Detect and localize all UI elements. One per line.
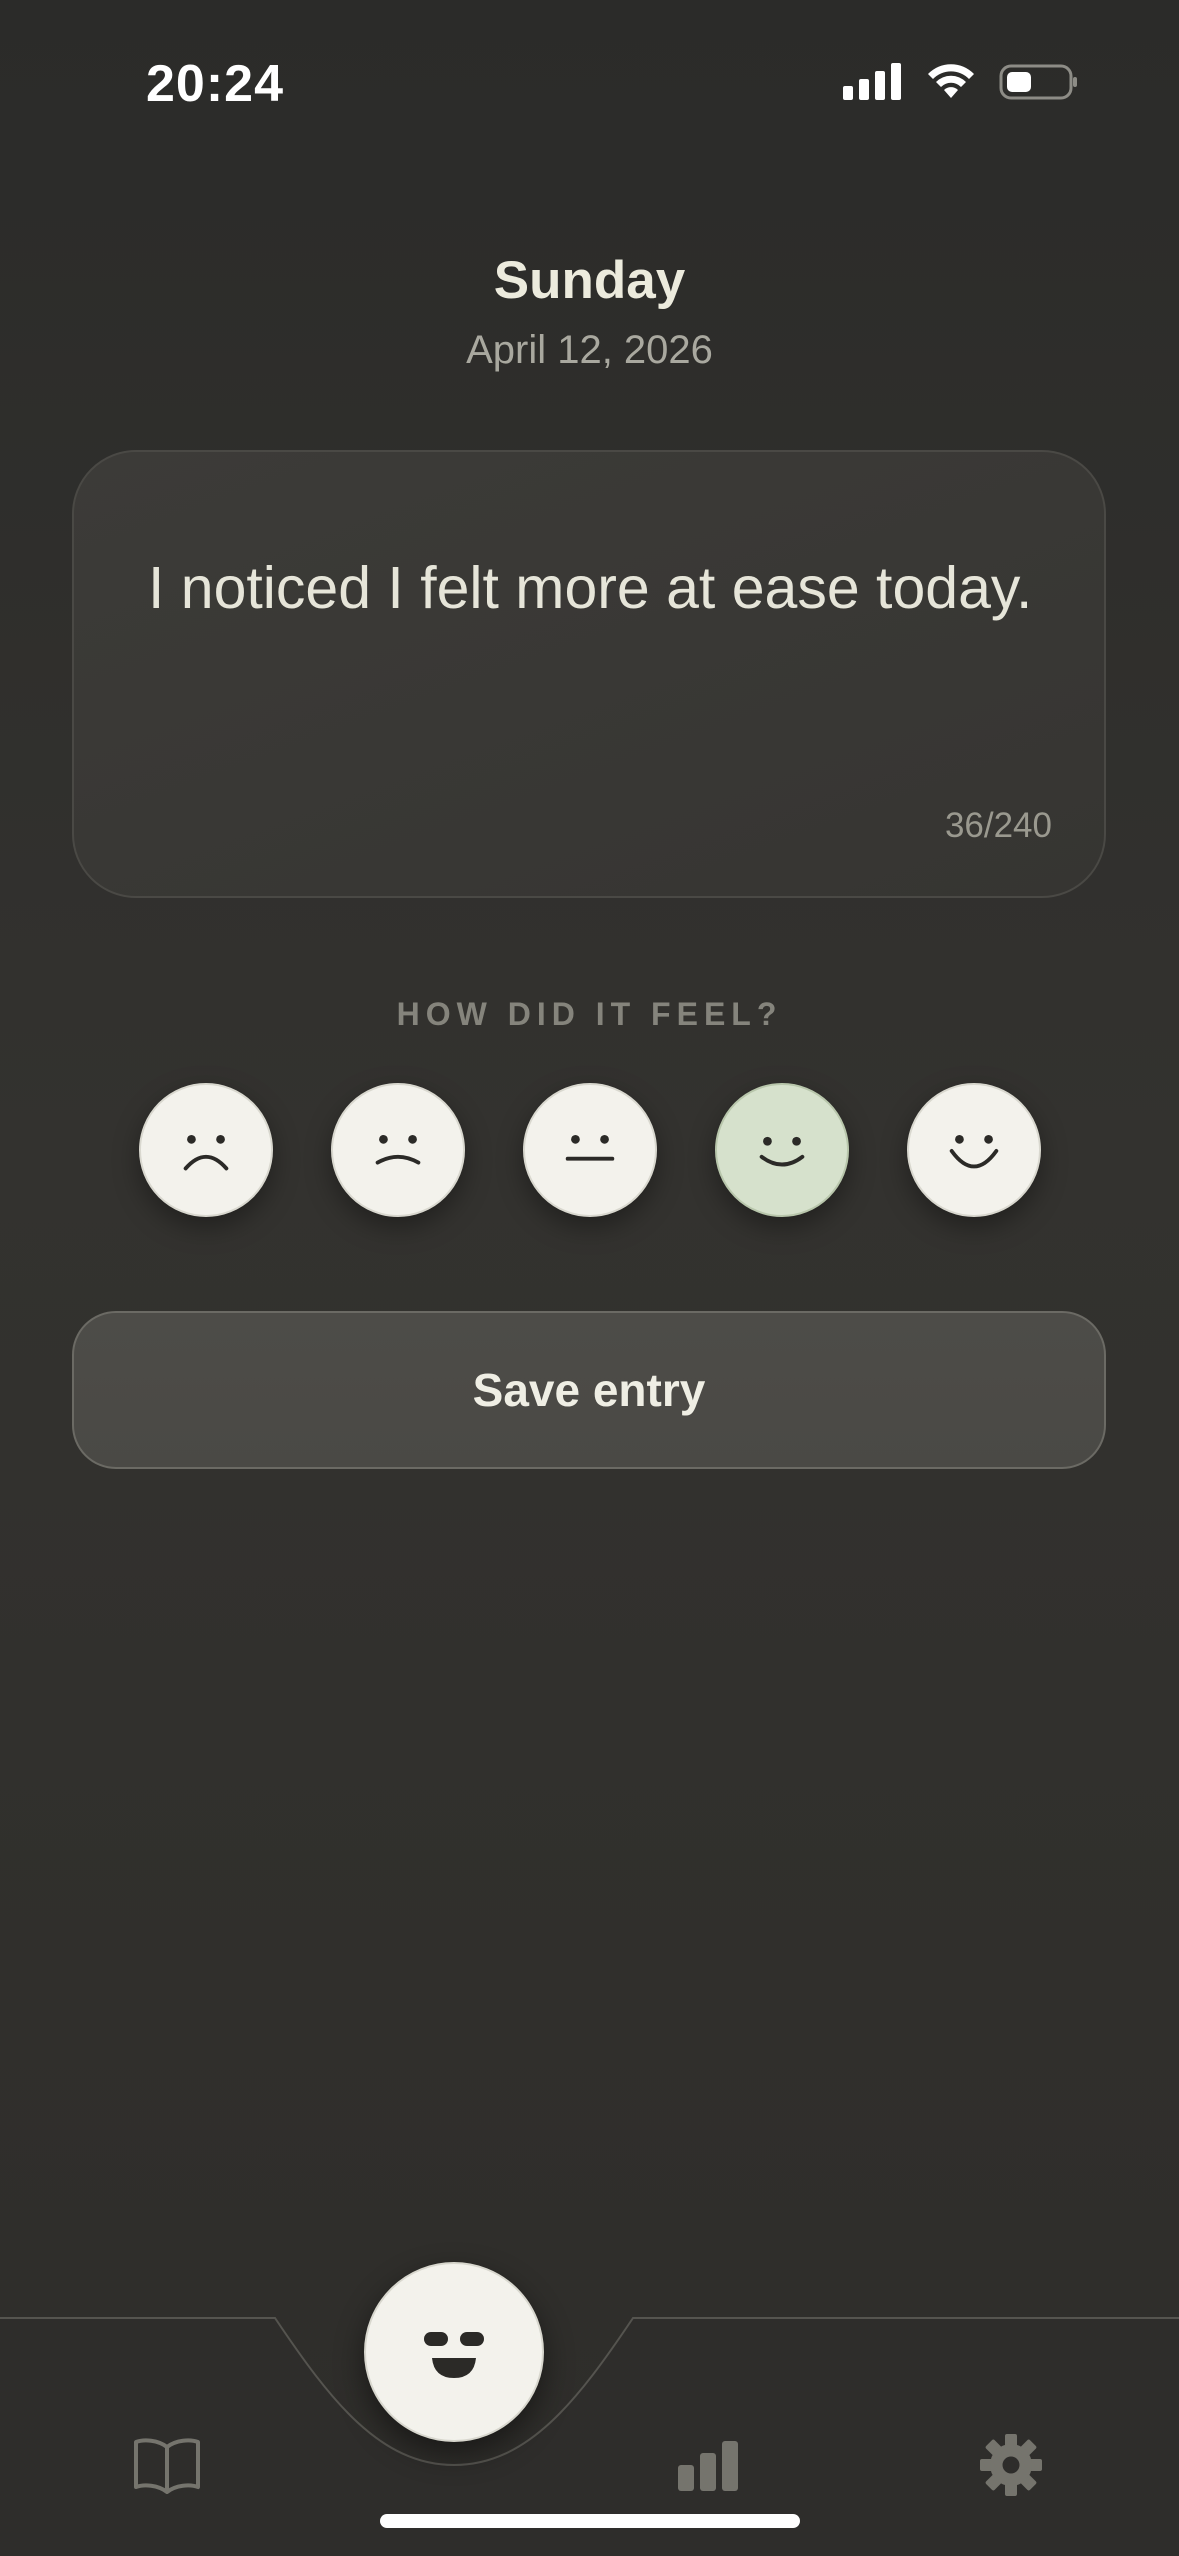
character-counter: 36/240 (944, 806, 1052, 845)
mood-neutral-button[interactable] (523, 1083, 657, 1217)
day-title: Sunday (493, 251, 686, 310)
entry-text-area[interactable]: I noticed I felt more at ease today. 36/… (72, 450, 1106, 898)
journal-entry-screen: 20:24 Sunday April 12, 2026 I noticed I … (0, 0, 1179, 2556)
very-happy-face-icon (949, 1134, 999, 1169)
battery-icon (999, 62, 1079, 107)
save-entry-button[interactable]: Save entry (72, 1311, 1106, 1469)
cellular-signal-icon (843, 62, 903, 107)
mood-selector (0, 1083, 1179, 1217)
status-bar: 20:24 (0, 0, 1179, 170)
tab-journal[interactable] (122, 2420, 212, 2510)
mood-very-sad-button[interactable] (139, 1083, 273, 1217)
wifi-icon (925, 62, 977, 107)
mood-sad-button[interactable] (331, 1083, 465, 1217)
mood-very-happy-button[interactable] (907, 1083, 1041, 1217)
mood-face-button[interactable] (364, 2262, 544, 2442)
mood-face-icon (424, 2332, 484, 2378)
tab-stats[interactable] (664, 2420, 754, 2510)
happy-face-icon (759, 1136, 805, 1167)
mood-happy-button[interactable] (715, 1083, 849, 1217)
sad-face-icon (375, 1134, 421, 1165)
tab-settings[interactable] (966, 2420, 1056, 2510)
journal-book-icon (134, 2438, 200, 2494)
status-time: 20:24 (146, 55, 284, 113)
date-subtitle: April 12, 2026 (466, 328, 713, 372)
entry-text[interactable]: I noticed I felt more at ease today. (148, 554, 1044, 622)
neutral-face-icon (565, 1134, 615, 1161)
very-sad-face-icon (183, 1134, 229, 1171)
settings-gear-icon (980, 2434, 1042, 2496)
home-indicator[interactable] (380, 2514, 800, 2528)
status-icons (843, 62, 1079, 107)
stats-bar-chart-icon (678, 2441, 738, 2491)
mood-prompt: HOW DID IT FEEL? (396, 996, 783, 1032)
